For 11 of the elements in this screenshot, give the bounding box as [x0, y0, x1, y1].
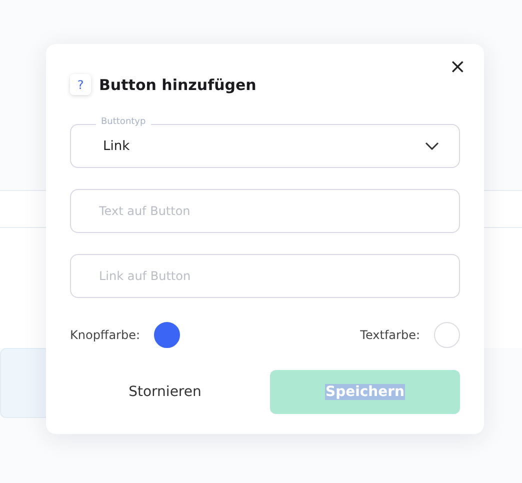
cancel-button[interactable]: Stornieren — [70, 370, 260, 414]
select-label: Buttontyp — [96, 117, 151, 127]
color-swatch[interactable] — [154, 322, 180, 348]
color-label: Knopffarbe: — [70, 328, 140, 342]
input-field[interactable]: Link auf Button — [70, 254, 460, 298]
dialog-title: Button hinzufügen — [99, 76, 256, 94]
input-field[interactable]: Text auf Button — [70, 189, 460, 233]
close-button[interactable]: × — [445, 54, 470, 78]
select-value: Link — [103, 138, 130, 154]
color-label: Textfarbe: — [360, 328, 420, 342]
chevron-down-icon — [425, 142, 439, 150]
